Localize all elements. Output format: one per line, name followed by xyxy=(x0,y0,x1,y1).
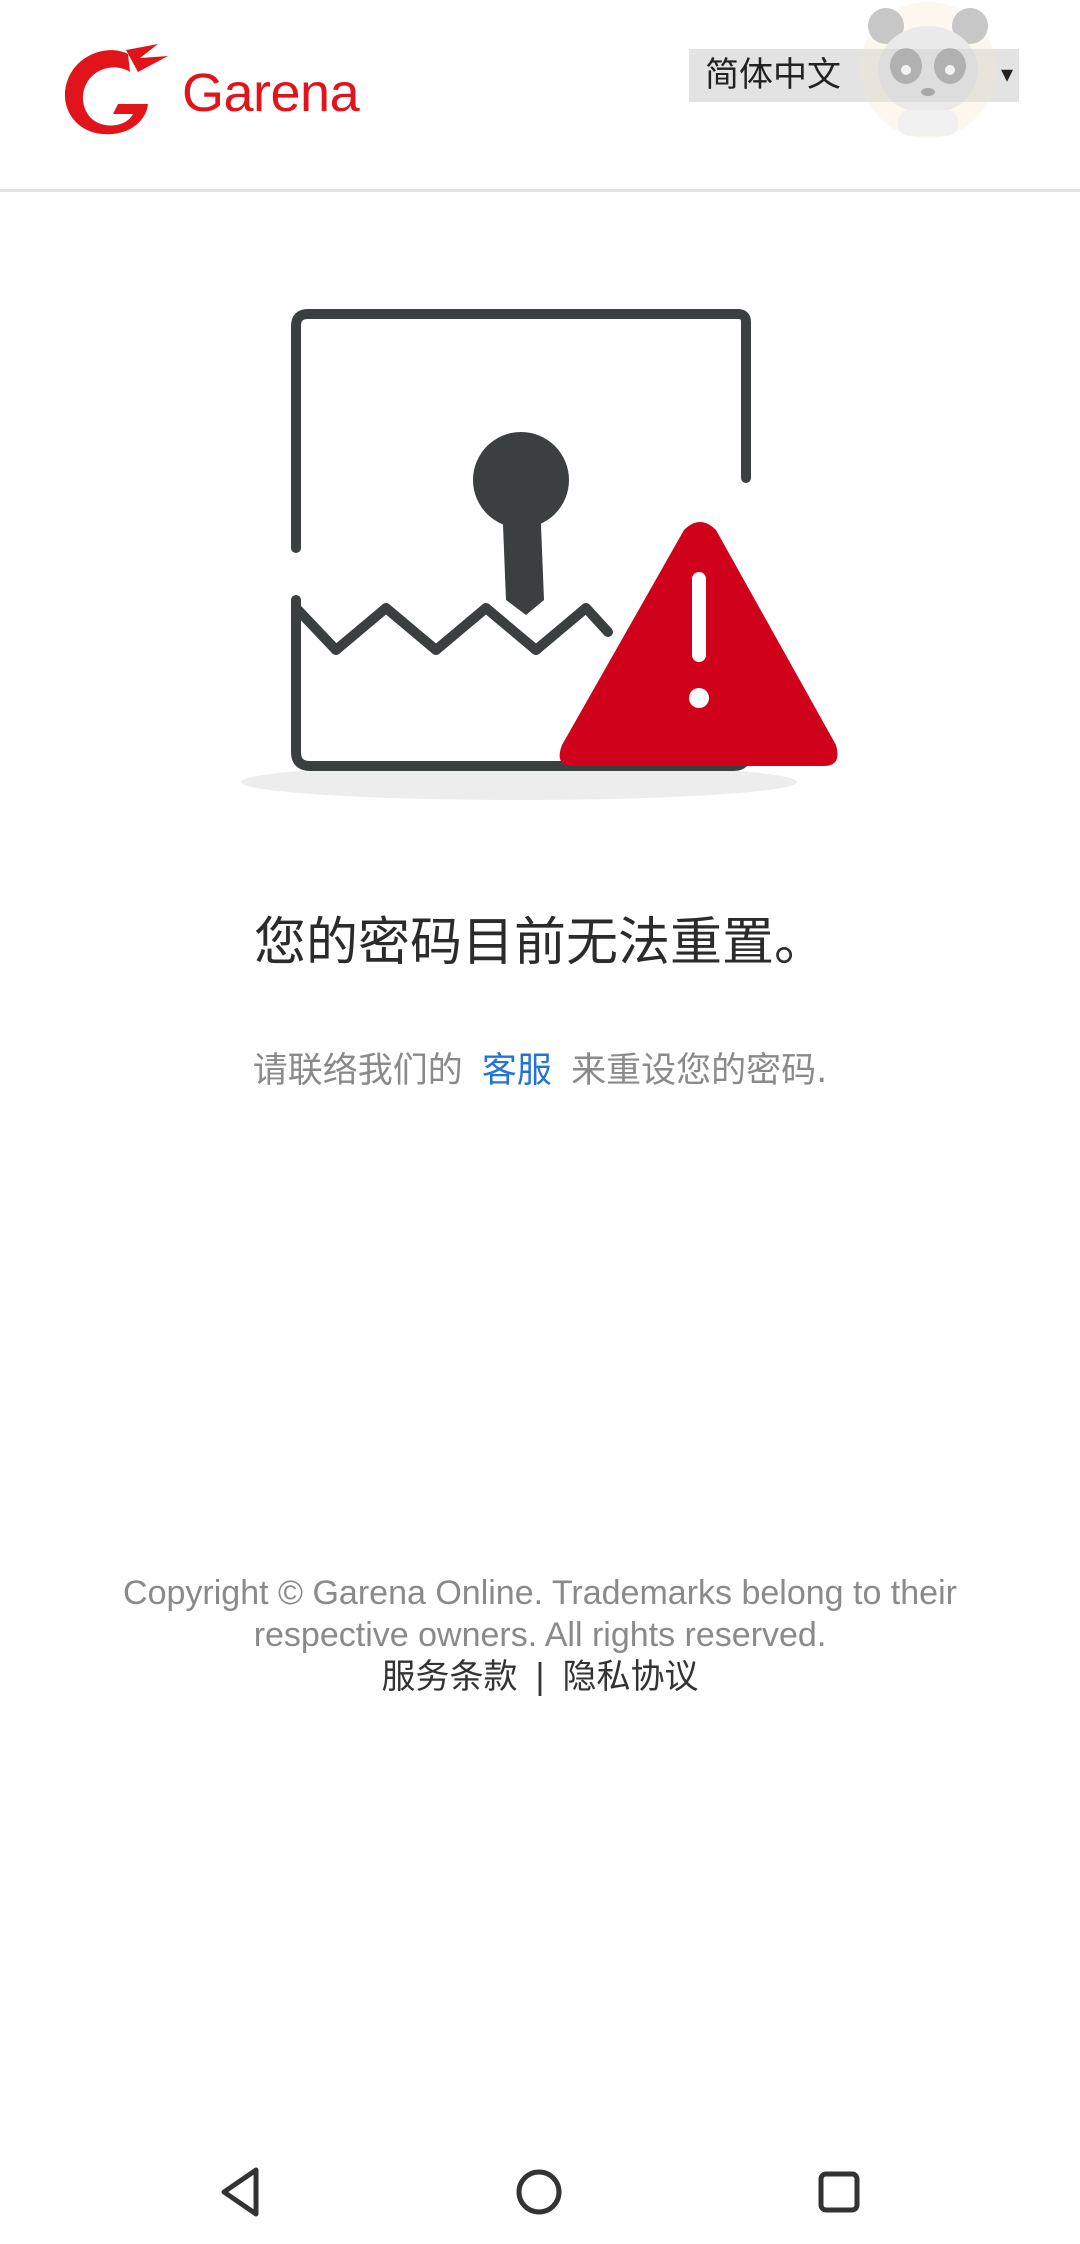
support-message: 请联络我们的 客服 来重设您的密码. xyxy=(0,1042,1080,1093)
home-circle-icon[interactable] xyxy=(509,2162,569,2222)
garena-logo[interactable]: Garena xyxy=(58,44,378,144)
footer: Copyright © Garena Online. Trademarks be… xyxy=(60,1572,1020,1698)
brand-name: Garena xyxy=(182,63,360,123)
copyright-text: Copyright © Garena Online. Trademarks be… xyxy=(123,1574,957,1654)
language-selected-label: 简体中文 xyxy=(705,55,841,95)
footer-separator: | xyxy=(534,1657,546,1697)
locked-document-warning-icon xyxy=(241,309,838,800)
page-title: 您的密码目前无法重置。 xyxy=(253,913,826,973)
support-message-prefix: 请联络我们的 xyxy=(252,1051,463,1091)
footer-links: 服务条款 | 隐私协议 xyxy=(60,1656,1020,1698)
support-message-suffix: 来重设您的密码. xyxy=(571,1051,828,1091)
recent-square-icon[interactable] xyxy=(809,2162,869,2222)
terms-of-service-link[interactable]: 服务条款 xyxy=(381,1657,517,1697)
customer-service-link[interactable]: 客服 xyxy=(482,1051,552,1091)
system-navigation-bar xyxy=(0,2140,1080,2244)
header-bar: Garena 简体中文 ▾ xyxy=(0,0,1080,192)
panda-avatar-icon[interactable] xyxy=(858,0,998,140)
chevron-down-icon: ▾ xyxy=(1000,60,1013,88)
back-triangle-icon[interactable] xyxy=(210,2162,270,2222)
privacy-policy-link[interactable]: 隐私协议 xyxy=(563,1657,699,1697)
garena-logo-icon xyxy=(64,44,168,135)
